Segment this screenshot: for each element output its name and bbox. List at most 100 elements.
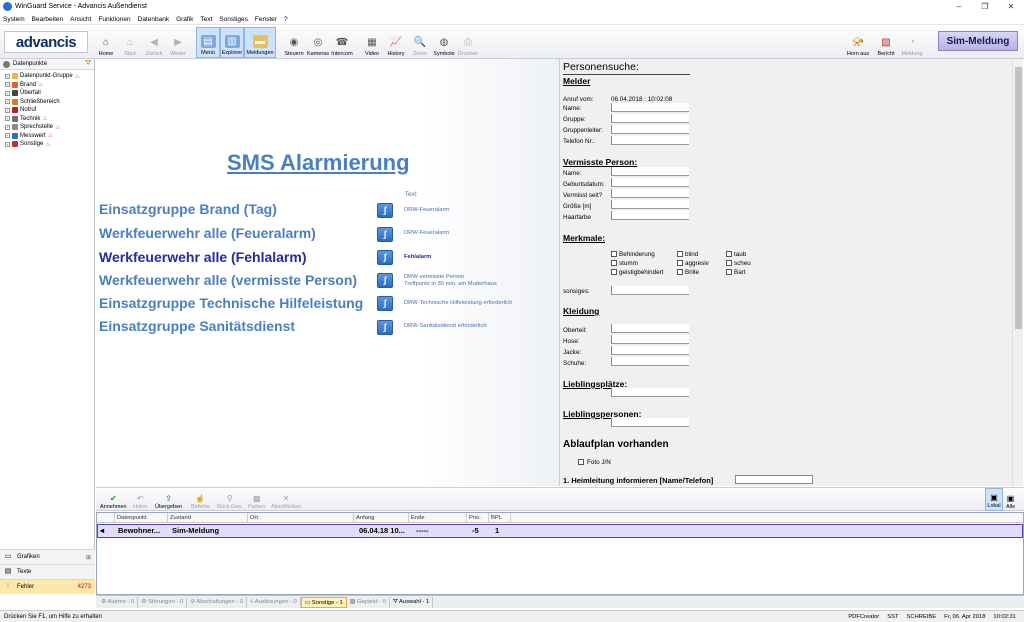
melder-phone-input[interactable]: [611, 136, 689, 145]
column-header[interactable]: Datenpunkt: [115, 513, 168, 523]
checkbox-disability[interactable]: [611, 251, 617, 257]
clothing-pants-input[interactable]: [611, 335, 689, 344]
menu-window[interactable]: Fenster: [255, 16, 277, 23]
reset-button[interactable]: ⚲ Rück.Ges.: [217, 488, 243, 511]
column-header[interactable]: Prio.: [467, 513, 489, 523]
missing-since-input[interactable]: [611, 189, 689, 198]
table-row[interactable]: ◂ Bewohner... Sim-Meldung 06.04.18 10...…: [97, 524, 1023, 538]
melder-leader-input[interactable]: [611, 125, 689, 134]
tab-selection[interactable]: ⛛ Auswahl - 1: [390, 596, 434, 608]
tab-other[interactable]: ▭ Sonstige - 1: [300, 596, 347, 608]
column-header[interactable]: Zustand: [168, 513, 248, 523]
melder-group-input[interactable]: [611, 114, 689, 123]
errors-button[interactable]: ! Fehler 4273: [0, 579, 95, 594]
menu-text[interactable]: Text: [200, 16, 212, 23]
menu-view[interactable]: Ansicht: [70, 16, 91, 23]
clothing-top-input[interactable]: [611, 324, 689, 333]
expand-icon[interactable]: +: [5, 99, 10, 105]
park-button[interactable]: ▩ Parken: [248, 488, 265, 511]
checkbox-beard[interactable]: [726, 269, 732, 275]
local-button[interactable]: ▣ Lokal: [985, 488, 1003, 511]
tree-item[interactable]: + Sonstige ♨: [0, 140, 94, 149]
back-button[interactable]: ◀ Zurück: [142, 27, 166, 58]
message-button[interactable]: ◔ Meldung: [900, 27, 924, 58]
clothing-jacket-input[interactable]: [611, 346, 689, 355]
tree-item[interactable]: + Messwert ♨: [0, 132, 94, 141]
clothing-shoes-input[interactable]: [611, 357, 689, 366]
missing-birthdate-input[interactable]: [611, 178, 689, 187]
tree-item[interactable]: + Technik ♨: [0, 115, 94, 124]
scrollbar-thumb[interactable]: [1015, 67, 1022, 329]
close-message-button[interactable]: ✕ Abschließen: [271, 488, 301, 511]
start-button[interactable]: ⌂ Start: [118, 27, 142, 58]
messages-toggle-button[interactable]: ▬ Meldungen: [244, 26, 276, 58]
other-features-input[interactable]: [611, 286, 689, 295]
graphics-button[interactable]: ▭ Grafiken ⊞: [0, 549, 95, 564]
checkbox-aggressive[interactable]: [677, 260, 683, 266]
send-sms-button-medical[interactable]: ʃ: [377, 320, 393, 335]
explorer-toggle-button[interactable]: ▥ Explorer: [220, 26, 244, 58]
checkbox-photo[interactable]: [578, 459, 584, 465]
maximize-button[interactable]: ❐: [972, 2, 998, 11]
report-button[interactable]: ▧ Bericht: [874, 27, 898, 58]
menu-other[interactable]: Sonstiges: [219, 16, 248, 23]
checkbox-blind[interactable]: [677, 251, 683, 257]
print-button[interactable]: ⎙ Drucken: [456, 27, 480, 58]
fetch-button[interactable]: ↶ Holen: [133, 488, 147, 511]
tree-item[interactable]: + Brand ♨: [0, 81, 94, 90]
checkbox-mentally-disabled[interactable]: [611, 269, 617, 275]
menu-edit[interactable]: Bearbeiten: [32, 16, 63, 23]
tree-item[interactable]: + Notruf: [0, 106, 94, 115]
tab-triggers[interactable]: ϟ Auslösungen - 0: [247, 596, 301, 608]
column-header[interactable]: Ort: [248, 513, 354, 523]
expand-icon[interactable]: +: [5, 73, 10, 79]
symbols-button[interactable]: ◍ Symbole: [432, 27, 456, 58]
graphics-add-icon[interactable]: ⊞: [86, 554, 91, 561]
handover-button[interactable]: ⇪ Übergeben: [155, 488, 182, 511]
column-header[interactable]: BPL: [489, 513, 511, 523]
expand-icon[interactable]: +: [5, 90, 10, 96]
expand-icon[interactable]: +: [5, 107, 10, 113]
checkbox-mute[interactable]: [611, 260, 617, 266]
send-sms-button-fire-alarm[interactable]: ʃ: [377, 227, 393, 242]
history-button[interactable]: 📈 History: [384, 27, 408, 58]
tree-item[interactable]: + Schließbereich: [0, 98, 94, 107]
tab-faults[interactable]: ⚙ Störungen - 0: [138, 596, 188, 608]
cameras-button[interactable]: ◎ Kameras: [306, 27, 330, 58]
expand-icon[interactable]: +: [5, 124, 10, 130]
expand-icon[interactable]: +: [5, 82, 10, 88]
all-button[interactable]: ▣ Alle: [1006, 488, 1015, 511]
favorite-persons-input[interactable]: [611, 418, 689, 427]
checkbox-deaf[interactable]: [726, 251, 732, 257]
forward-button[interactable]: ▶ Weiter: [166, 27, 190, 58]
tree-item[interactable]: + Datenpunkt-Gruppe ♨: [0, 72, 94, 81]
expand-icon[interactable]: +: [5, 133, 10, 139]
menu-help[interactable]: ?: [284, 16, 288, 23]
menu-functions[interactable]: Funktionen: [98, 16, 130, 23]
missing-height-input[interactable]: [611, 200, 689, 209]
melder-name-input[interactable]: [611, 103, 689, 112]
expand-icon[interactable]: +: [5, 141, 10, 147]
video-button[interactable]: ▦ Video: [360, 27, 384, 58]
checkbox-shy[interactable]: [726, 260, 732, 266]
menu-graphics[interactable]: Grafik: [176, 16, 193, 23]
menu-toggle-button[interactable]: ▤ Menü: [196, 26, 220, 58]
form-scrollbar[interactable]: [1012, 59, 1023, 486]
send-sms-button-technical-help[interactable]: ʃ: [377, 296, 393, 311]
missing-name-input[interactable]: [611, 167, 689, 176]
tab-parked[interactable]: ▩ Geparkt - 0: [347, 596, 390, 608]
texts-button[interactable]: ▤ Texte: [0, 564, 95, 579]
home-button[interactable]: ⌂ Home: [94, 27, 118, 58]
menu-database[interactable]: Datenbank: [138, 16, 169, 23]
tab-alarms[interactable]: ⚙ Alarme - 0: [98, 596, 139, 608]
intercom-button[interactable]: ☎ Intercom: [330, 27, 354, 58]
missing-haircolor-input[interactable]: [611, 211, 689, 220]
menu-system[interactable]: System: [3, 16, 25, 23]
home-management-input[interactable]: [735, 475, 813, 484]
tab-shutdowns[interactable]: ⊘ Abschaltungen - 0: [187, 596, 248, 608]
tree-item[interactable]: + Überfall: [0, 89, 94, 98]
filter-icon[interactable]: ⛛: [85, 60, 91, 68]
send-sms-button-missing-person[interactable]: ʃ: [377, 273, 393, 288]
horn-off-button[interactable]: 📯 Horn aus: [842, 27, 874, 58]
expand-icon[interactable]: +: [5, 116, 10, 122]
